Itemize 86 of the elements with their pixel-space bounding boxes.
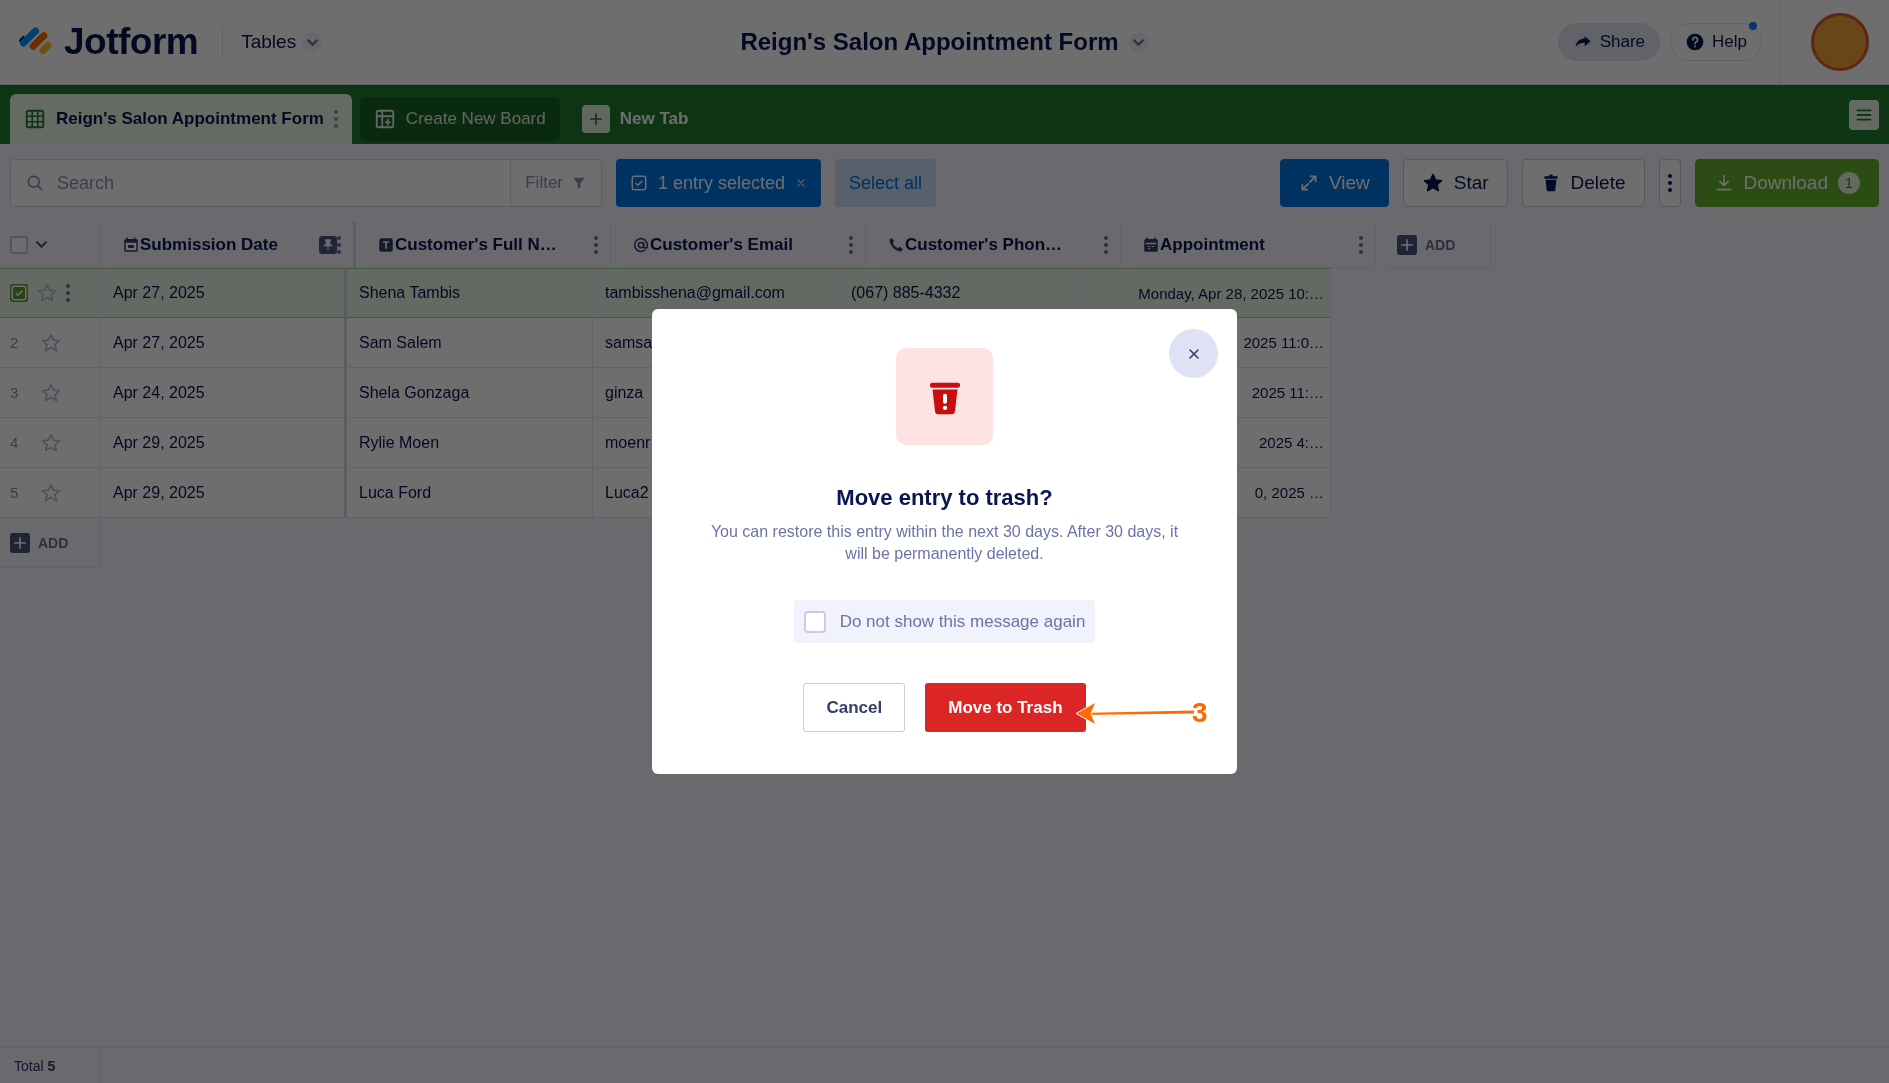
delete-button[interactable]: Delete — [1521, 159, 1645, 207]
table-cell: moenr — [605, 433, 651, 452]
tab[interactable]: Create New Board — [359, 97, 560, 141]
checkbox[interactable] — [803, 610, 826, 633]
cancel-button[interactable]: Cancel — [803, 683, 906, 732]
dialog-message: You can restore this entry within the next 30 days. After 30 days, it will be permanently deleted. — [709, 522, 1180, 564]
view-button[interactable]: View — [1279, 159, 1389, 207]
checkbox[interactable] — [10, 284, 28, 302]
tab[interactable]: Reign's Salon Appointment Form — [10, 94, 352, 144]
checkbox-icon — [10, 284, 28, 302]
column-header[interactable]: Submission Date — [140, 234, 319, 255]
table-cell: Apr 27, 2025 — [113, 333, 205, 352]
star-icon[interactable] — [36, 282, 58, 304]
more-icon — [1667, 174, 1672, 192]
star-icon[interactable] — [40, 331, 62, 354]
checkbox-icon — [630, 174, 648, 192]
table-cell: Luca Ford — [359, 483, 432, 502]
more-button[interactable] — [1658, 159, 1681, 207]
table-cell: Sam Salem — [359, 333, 442, 352]
column-menu-icon — [594, 235, 598, 254]
column-menu-icon — [849, 235, 853, 254]
at-sign-icon — [632, 235, 650, 254]
text-field-icon — [377, 235, 395, 254]
menu-button[interactable] — [1849, 99, 1879, 130]
column-header[interactable]: Customer's Phon… — [905, 234, 1104, 255]
table-cell: 0, 2025 … — [1254, 484, 1324, 501]
board-icon — [373, 108, 396, 130]
share-button[interactable]: Share — [1557, 23, 1661, 61]
column-header[interactable]: Customer's Email — [650, 234, 849, 255]
step-number: 3 — [1192, 697, 1208, 729]
total-count: Total 5 — [14, 1057, 56, 1074]
column-menu-icon — [337, 235, 341, 254]
download-button[interactable]: Download 1 — [1694, 159, 1879, 207]
close-button[interactable] — [1169, 329, 1218, 378]
dialog-title: Move entry to trash? — [836, 485, 1053, 511]
column-header[interactable]: Customer's Full N… — [395, 234, 594, 255]
add-row-button[interactable]: ADD — [10, 532, 69, 553]
table-cell: Shela Gonzaga — [359, 383, 470, 402]
table-cell: Rylie Moen — [359, 433, 440, 452]
form-title: Reign's Salon Appointment Form — [740, 28, 1119, 56]
count-badge: 1 — [1838, 172, 1860, 194]
table-cell: Apr 27, 2025 — [113, 284, 205, 302]
table-cell: (067) 885-4332 — [851, 284, 961, 302]
calendar-icon — [1142, 235, 1160, 254]
user-avatar[interactable] — [1811, 13, 1869, 71]
star-button[interactable]: Star — [1402, 159, 1508, 207]
help-icon — [1685, 32, 1706, 52]
chevron-down-icon — [306, 38, 318, 46]
column-header[interactable]: Appointment — [1160, 234, 1359, 255]
calendar-icon — [122, 235, 140, 254]
table-cell: 2025 4:… — [1258, 434, 1324, 451]
table-cell: Apr 29, 2025 — [113, 433, 205, 452]
table-cell: samsa — [605, 333, 653, 352]
star-icon — [1421, 172, 1444, 194]
table-cell: Apr 29, 2025 — [113, 483, 205, 502]
tab-options-icon — [333, 110, 338, 128]
move-to-trash-button[interactable]: Move to Trash — [925, 683, 1086, 732]
search-icon — [25, 173, 45, 193]
chevron-down-icon — [36, 241, 47, 248]
tab[interactable]: New Tab — [567, 97, 703, 141]
table-cell: 2025 11:0… — [1243, 334, 1324, 351]
help-button[interactable]: Help — [1670, 23, 1762, 61]
table-cell: 2025 11:… — [1251, 384, 1324, 401]
tables-menu[interactable]: Tables — [241, 31, 323, 53]
table-cell: Monday, Apr 28, 2025 10:… — [1138, 284, 1324, 302]
star-icon[interactable] — [40, 381, 62, 404]
row-menu-icon — [66, 284, 70, 302]
table-cell: Shena Tambis — [359, 284, 461, 302]
checkbox[interactable] — [10, 235, 28, 254]
select-all-button[interactable]: Select all — [835, 159, 937, 207]
table-cell: tambisshena@gmail.com — [605, 284, 785, 302]
chevron-down-icon — [1133, 38, 1145, 46]
filter-icon — [571, 175, 587, 191]
phone-icon — [887, 235, 905, 254]
star-icon[interactable] — [40, 431, 62, 454]
pin-icon — [319, 235, 337, 254]
jotform-logo: Jotform — [64, 21, 199, 63]
table-cell: Apr 24, 2025 — [113, 383, 205, 402]
table-cell: ginza — [605, 383, 644, 402]
column-menu-icon — [1104, 235, 1108, 254]
table-icon — [24, 108, 46, 130]
star-icon[interactable] — [40, 481, 62, 504]
add-column-button[interactable]: ADD — [1397, 234, 1456, 255]
table-cell: Luca2 — [605, 483, 649, 502]
column-menu-icon — [1359, 235, 1363, 254]
selection-chip[interactable]: 1 entry selected — [616, 159, 822, 207]
